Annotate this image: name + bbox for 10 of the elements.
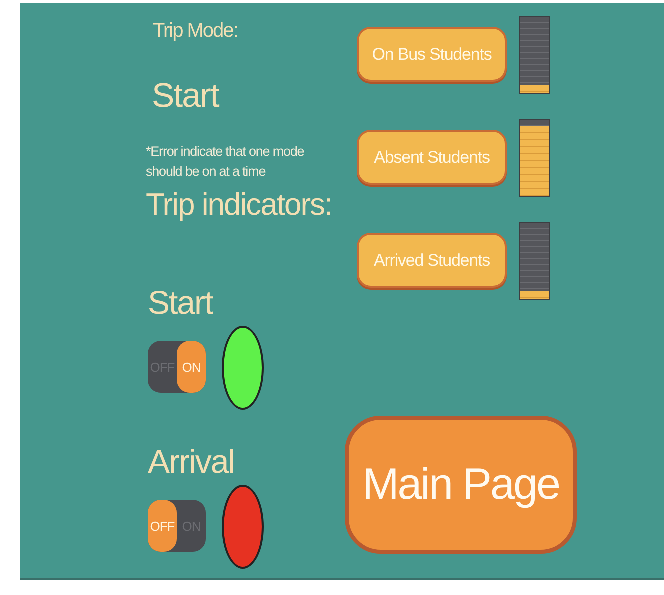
mode-button[interactable]: Absent Students: [357, 130, 507, 185]
section-title: Trip indicators:: [146, 186, 334, 224]
section-label: Trip Mode:: [153, 20, 239, 43]
error-note: *Error indicate that one mode should be on at a time: [146, 143, 306, 181]
main-page-button[interactable]: Main Page: [345, 416, 577, 554]
indicator-label: Start: [148, 283, 214, 323]
indicator-label: Arrival: [148, 442, 236, 482]
mode-value: Start: [152, 76, 220, 116]
mode-button[interactable]: Arrived Students: [357, 233, 507, 288]
mode-button[interactable]: On Bus Students: [357, 27, 507, 82]
